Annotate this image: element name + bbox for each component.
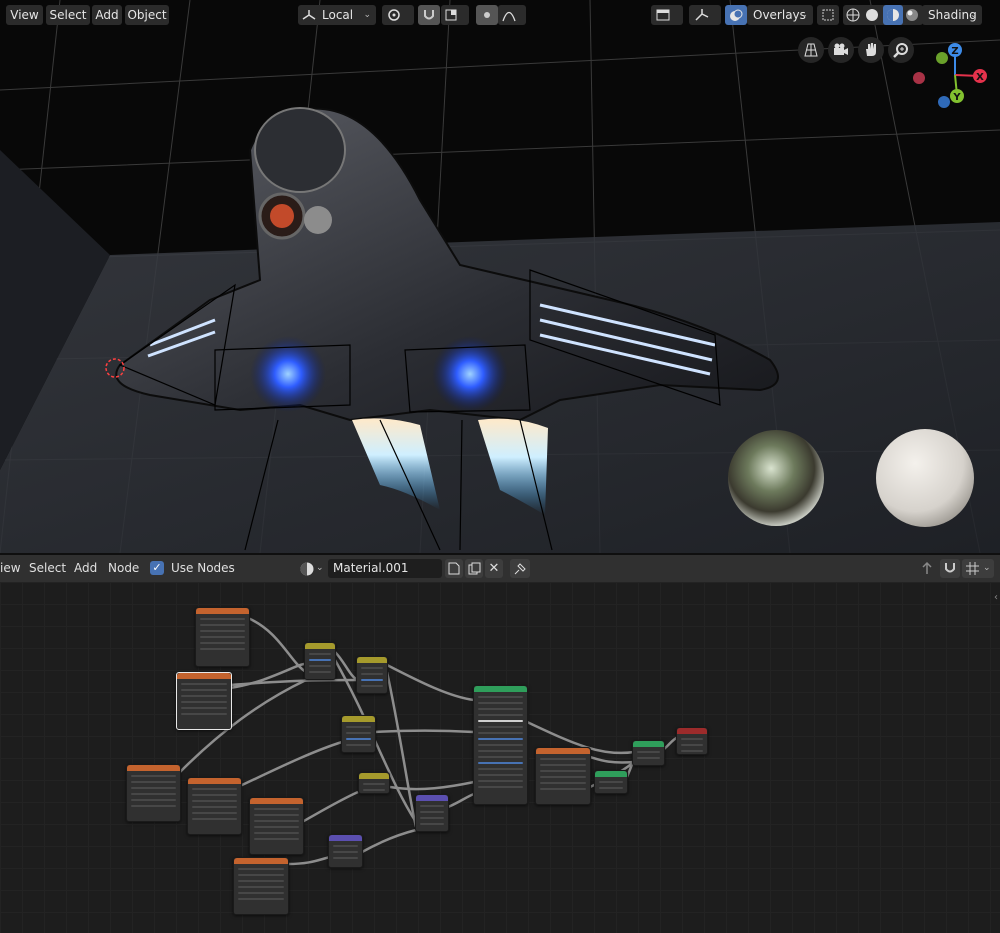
- x-axis-label: X: [976, 72, 984, 83]
- pan-view-button[interactable]: [858, 37, 884, 63]
- snap-toggle[interactable]: [940, 559, 960, 578]
- bump-node[interactable]: [328, 834, 363, 868]
- shader-editor-header: iew Select Add Node ✓ Use Nodes ⌄ Materi…: [0, 555, 1000, 582]
- snap-grid-icon: [445, 9, 457, 21]
- image-texture-node[interactable]: [535, 747, 591, 805]
- normal-map-node[interactable]: [415, 794, 449, 832]
- principled-bsdf-node[interactable]: [473, 685, 528, 805]
- use-nodes-label: Use Nodes: [171, 561, 235, 575]
- select-menu[interactable]: Select: [46, 5, 90, 25]
- duplicate-material-button[interactable]: [465, 559, 483, 578]
- wireframe-shading-icon[interactable]: [846, 8, 860, 22]
- proportional-icon: [484, 12, 490, 18]
- unlink-material-button[interactable]: ✕: [485, 559, 503, 578]
- chevron-down-icon: ⌄: [316, 563, 324, 573]
- chevron-down-icon: ⌄: [983, 563, 991, 573]
- node-menu[interactable]: Node: [108, 559, 139, 578]
- chevron-down-icon: ⌄: [800, 10, 808, 20]
- snap-target-dropdown[interactable]: [441, 5, 469, 25]
- mix-rgb-node[interactable]: [341, 715, 376, 753]
- material-preview-shading-button[interactable]: [883, 5, 903, 25]
- duplicate-icon: [468, 562, 481, 575]
- image-texture-node[interactable]: [187, 777, 242, 835]
- navigation-gizmo[interactable]: Z X Y: [905, 40, 995, 110]
- hand-icon: [866, 43, 876, 56]
- grid-perspective-icon: [804, 43, 818, 57]
- magnet-icon: [945, 563, 955, 573]
- add-menu[interactable]: Add: [74, 559, 97, 578]
- material-browse-dropdown[interactable]: ⌄: [298, 559, 326, 578]
- document-icon: [448, 562, 460, 575]
- 3d-viewport[interactable]: View Select Add Object Local ⌄ Overlays …: [0, 0, 1000, 553]
- emission-node[interactable]: [594, 770, 628, 794]
- proportional-editing-toggle[interactable]: [476, 5, 498, 25]
- pin-button[interactable]: [510, 559, 530, 578]
- view-menu[interactable]: iew: [0, 559, 21, 578]
- pivot-icon: [388, 9, 400, 21]
- toggle-perspective-button[interactable]: [798, 37, 824, 63]
- fake-user-button[interactable]: [445, 559, 463, 578]
- y-axis-label: Y: [952, 92, 961, 103]
- camera-view-button[interactable]: [828, 37, 854, 63]
- overlays-dropdown[interactable]: Overlays ⌄: [747, 5, 813, 25]
- snap-grid-icon: [966, 562, 979, 575]
- magnet-icon: [424, 10, 434, 20]
- material-output-node[interactable]: [676, 727, 708, 755]
- image-texture-node[interactable]: [233, 857, 289, 915]
- xray-icon: [822, 9, 834, 21]
- z-axis-label: Z: [951, 46, 958, 57]
- material-preview-icon: [887, 9, 899, 21]
- viewport-scene: [0, 0, 1000, 553]
- close-icon: ✕: [488, 561, 500, 576]
- pivot-point-dropdown[interactable]: [382, 5, 414, 25]
- gizmo-icon: [695, 9, 709, 21]
- image-texture-node[interactable]: [126, 764, 181, 822]
- color-ramp-node[interactable]: [356, 656, 388, 694]
- visibility-box-icon: [656, 9, 670, 21]
- use-nodes-checkbox[interactable]: ✓: [150, 561, 164, 575]
- object-menu[interactable]: Object: [125, 5, 169, 25]
- transform-orientation-dropdown[interactable]: Local ⌄: [298, 5, 376, 25]
- view-menu[interactable]: View: [6, 5, 43, 25]
- orientation-icon: [302, 10, 316, 20]
- pin-icon: [514, 563, 526, 575]
- snap-toggle[interactable]: [418, 5, 440, 25]
- parent-node-tree-button[interactable]: [917, 559, 937, 578]
- object-type-visibility-dropdown[interactable]: [651, 5, 683, 25]
- negative-z-axis-handle[interactable]: [938, 96, 950, 108]
- chevron-left-icon[interactable]: ‹: [994, 592, 998, 603]
- shading-dropdown[interactable]: Shading ⌄: [922, 5, 982, 25]
- camera-icon: [834, 43, 848, 55]
- arrow-up-icon: [922, 561, 932, 574]
- negative-y-axis-handle[interactable]: [936, 52, 948, 64]
- falloff-dropdown[interactable]: [498, 5, 526, 25]
- gizmo-dropdown[interactable]: [689, 5, 721, 25]
- image-texture-node[interactable]: [176, 672, 232, 730]
- select-menu[interactable]: Select: [29, 559, 66, 578]
- color-ramp-node[interactable]: [304, 642, 336, 680]
- overlays-toggle[interactable]: [725, 5, 747, 25]
- node-editor-canvas[interactable]: ‹: [0, 582, 1000, 933]
- material-name-field[interactable]: Material.001: [328, 559, 442, 578]
- add-shader-node[interactable]: [632, 740, 665, 766]
- xray-toggle[interactable]: [817, 5, 839, 25]
- falloff-curve-icon: [502, 11, 516, 22]
- image-texture-node[interactable]: [249, 797, 304, 855]
- rendered-shading-icon[interactable]: [905, 8, 919, 22]
- viewport-header: View Select Add Object Local ⌄ Overlays …: [0, 0, 1000, 30]
- overlays-icon: [730, 9, 743, 21]
- chevron-down-icon: ⌄: [363, 10, 371, 20]
- math-node[interactable]: [358, 772, 390, 794]
- add-menu[interactable]: Add: [92, 5, 122, 25]
- snap-element-dropdown[interactable]: ⌄: [962, 559, 994, 578]
- material-sphere-icon: [300, 562, 314, 576]
- image-texture-node[interactable]: [195, 607, 250, 667]
- solid-shading-icon[interactable]: [865, 8, 879, 22]
- chevron-down-icon: ⌄: [969, 10, 977, 20]
- shading-mode-group: [843, 5, 923, 25]
- negative-x-axis-handle[interactable]: [913, 72, 925, 84]
